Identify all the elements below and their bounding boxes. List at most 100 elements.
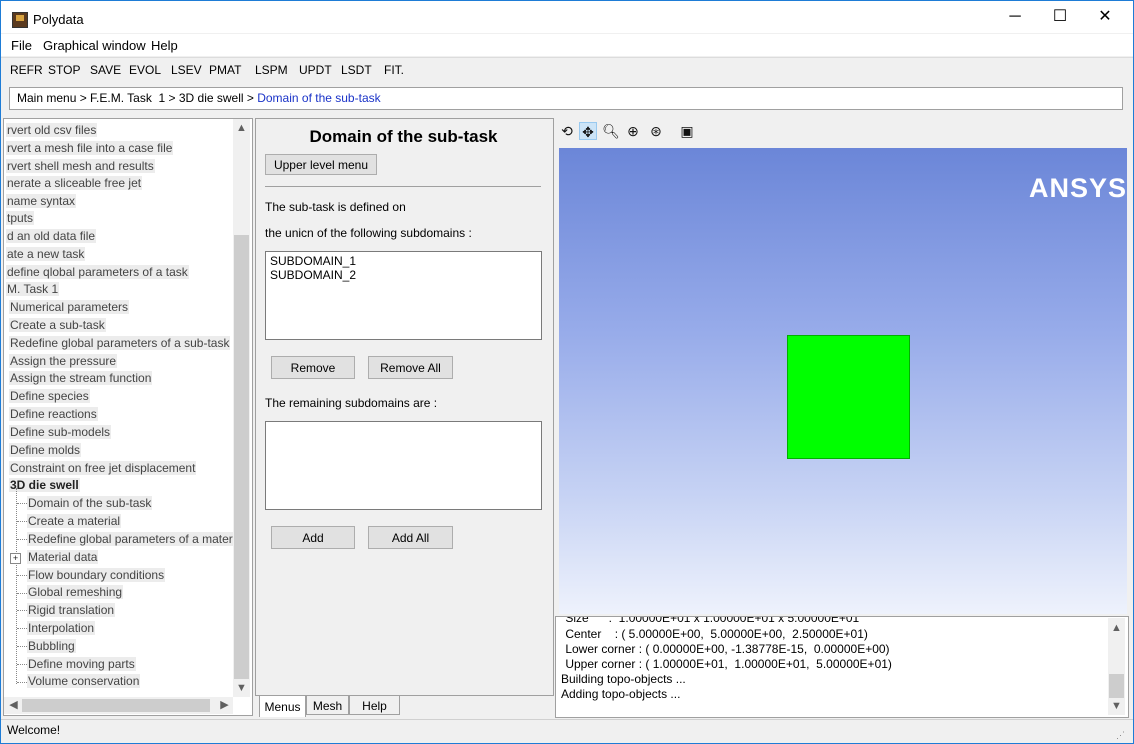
tree-item[interactable]: Create a sub-task [9, 316, 106, 334]
tree-item[interactable]: Redefine global parameters of a materia [27, 530, 244, 548]
tree-item-label: nerate a sliceable free jet [6, 176, 143, 190]
tree-item[interactable]: name syntax [6, 192, 77, 210]
toolbar-lsdt-button[interactable]: LSDT [341, 63, 372, 77]
tree-item[interactable]: tputs [6, 209, 35, 227]
pan-icon[interactable]: ✥ [579, 122, 597, 140]
scroll-right-arrow-icon[interactable]: ▶ [216, 697, 233, 714]
toolbar-save-button[interactable]: SAVE [90, 63, 121, 77]
toolbar-updt-button[interactable]: UPDT [299, 63, 332, 77]
zoom-region-icon[interactable]: 🔍︎ [602, 122, 620, 140]
toolbar-evol-button[interactable]: EVOL [129, 63, 161, 77]
breadcrumb: Main menu > F.E.M. Task 1 > 3D die swell… [17, 91, 381, 105]
toolbar-pmat-button[interactable]: PMAT [209, 63, 241, 77]
tree-item-selected[interactable]: Domain of the sub-task [27, 494, 153, 512]
union-label: the unicn of the following subdomains : [265, 226, 472, 240]
tree-item[interactable]: Material data [27, 548, 99, 566]
tree-item[interactable]: Assign the stream function [9, 369, 153, 387]
tree-item[interactable]: Numerical parameters [9, 298, 130, 316]
tree-item[interactable]: Define reactions [9, 405, 98, 423]
menu-graphical-window[interactable]: Graphical window [43, 38, 146, 53]
tree-item-label: Bubbling [27, 639, 76, 653]
remove-all-button[interactable]: Remove All [368, 356, 453, 379]
tree-item[interactable]: Volume conservation [27, 672, 141, 690]
upper-level-menu-button[interactable]: Upper level menu [265, 154, 377, 175]
tree-item[interactable]: define qlobal parameters of a task [6, 263, 189, 281]
tab-mesh[interactable]: Mesh [306, 695, 349, 715]
toolbar-stop-button[interactable]: STOP [48, 63, 80, 77]
tree-item[interactable]: nerate a sliceable free jet [6, 174, 143, 192]
tab-menus[interactable]: Menus [259, 695, 306, 717]
tree-item-label: Define sub-models [9, 425, 112, 439]
menu-tree: rvert old csv files rvert a mesh file in… [3, 118, 253, 716]
tree-item[interactable]: 3D die swell [9, 476, 80, 494]
expand-icon[interactable]: + [10, 553, 21, 564]
close-button[interactable]: ✕ [1082, 1, 1128, 33]
tree-item[interactable]: Rigid translation [27, 601, 116, 619]
tree-item-label: Define molds [9, 443, 82, 457]
tree-item[interactable]: ate a new task [6, 245, 86, 263]
tree-item[interactable]: Bubbling [27, 637, 76, 655]
subdomain-list[interactable]: SUBDOMAIN_1 SUBDOMAIN_2 [265, 251, 542, 340]
resize-grip-icon[interactable]: ⋰ [1116, 730, 1125, 741]
toolbar-refr-button[interactable]: REFR [10, 63, 43, 77]
menu-help[interactable]: Help [151, 38, 178, 53]
toolbar-fit-button[interactable]: FIT. [384, 63, 404, 77]
tree-item[interactable]: rvert old csv files [6, 121, 98, 139]
toolbar-lsev-button[interactable]: LSEV [171, 63, 202, 77]
tree-item[interactable]: M. Task 1 [6, 280, 60, 298]
scroll-down-arrow-icon[interactable]: ▼ [233, 680, 250, 697]
tree-item-label: Global remeshing [27, 585, 124, 599]
tree-item-label: Redefine global parameters of a sub-task [9, 336, 231, 350]
tree-item[interactable]: rvert a mesh file into a case file [6, 139, 174, 157]
domain-shape[interactable] [787, 335, 910, 459]
add-button[interactable]: Add [271, 526, 355, 549]
tree-item[interactable]: Constraint on free jet displacement [9, 459, 197, 477]
tree-item[interactable]: Define sub-models [9, 423, 112, 441]
tree-hscroll-thumb[interactable] [22, 699, 210, 712]
tree-item[interactable]: Define molds [9, 441, 82, 459]
tree-scroll-thumb[interactable] [234, 235, 249, 679]
tree-item[interactable]: Global remeshing [27, 583, 124, 601]
list-item[interactable]: SUBDOMAIN_1 [270, 254, 356, 268]
remaining-subdomain-list[interactable] [265, 421, 542, 510]
camera-icon[interactable]: ▣ [678, 122, 696, 140]
tree-item[interactable]: Flow boundary conditions [27, 566, 166, 584]
scroll-down-arrow-icon[interactable]: ▼ [1108, 698, 1125, 715]
tree-item[interactable]: Define species [9, 387, 90, 405]
list-item[interactable]: SUBDOMAIN_2 [270, 268, 356, 282]
tree-item[interactable]: Interpolation [27, 619, 96, 637]
menu-file[interactable]: File [11, 38, 32, 53]
toolbar-lspm-button[interactable]: LSPM [255, 63, 288, 77]
title-bar [1, 1, 1133, 33]
tree-item[interactable]: Redefine global parameters of a sub-task [9, 334, 231, 352]
console-scroll-thumb[interactable] [1109, 674, 1124, 698]
tab-help[interactable]: Help [349, 695, 400, 715]
rotate-icon[interactable]: ⟲ [558, 122, 576, 140]
remove-button[interactable]: Remove [271, 356, 355, 379]
remaining-label: The remaining subdomains are : [265, 396, 438, 410]
console-output[interactable]: Size : 1.00000E+01 x 1.00000E+01 x 5.000… [555, 616, 1129, 718]
minimize-button[interactable]: ─ [992, 1, 1038, 33]
scroll-up-arrow-icon[interactable]: ▲ [233, 120, 250, 137]
scroll-up-arrow-icon[interactable]: ▲ [1108, 620, 1125, 637]
tree-item-label: Define reactions [9, 407, 98, 421]
tree-item[interactable]: Create a material [27, 512, 122, 530]
tree-item[interactable]: rvert shell mesh and results [6, 157, 155, 175]
tree-item-label: M. Task 1 [6, 282, 60, 296]
tree-item[interactable]: d an old data file [6, 227, 97, 245]
zoom-in-icon[interactable]: ⊕ [624, 122, 642, 140]
scroll-left-arrow-icon[interactable]: ◀ [5, 697, 22, 714]
console-line: Adding topo-objects ... [561, 687, 681, 701]
status-bar [1, 719, 1133, 742]
tree-item-label: Define species [9, 389, 90, 403]
tree-item[interactable]: Assign the pressure [9, 352, 118, 370]
add-all-button[interactable]: Add All [368, 526, 453, 549]
tree-item-label: Domain of the sub-task [27, 496, 153, 510]
breadcrumb-path[interactable]: Main menu > F.E.M. Task 1 > 3D die swell… [17, 91, 257, 105]
tree-item-label: define qlobal parameters of a task [6, 265, 189, 279]
zoom-fit-icon[interactable]: ⊛ [647, 122, 665, 140]
maximize-button[interactable]: ☐ [1037, 1, 1083, 33]
tree-item-label: name syntax [6, 194, 77, 208]
tree-item[interactable]: Define moving parts [27, 655, 136, 673]
console-line: Upper corner : ( 1.00000E+01, 1.00000E+0… [562, 657, 892, 671]
